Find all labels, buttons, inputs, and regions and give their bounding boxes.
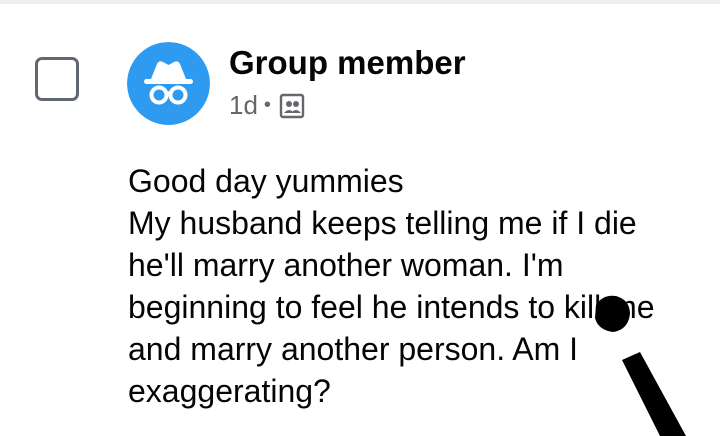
select-post-checkbox[interactable]: [35, 57, 79, 101]
post-meta: 1d •: [229, 88, 305, 122]
anonymous-avatar[interactable]: [127, 42, 210, 125]
top-divider: [0, 0, 720, 4]
post-text-line: Good day yummies: [128, 163, 404, 199]
incognito-icon: [127, 42, 210, 125]
author-name[interactable]: Group member: [229, 44, 466, 82]
post-text-line: My husband keeps telling me if I die: [128, 205, 637, 241]
post-body: Good day yummies My husband keeps tellin…: [128, 160, 698, 412]
post-text-line: and marry another person. Am I: [128, 331, 578, 367]
post-text-line: beginning to feel he intends to kill me: [128, 289, 655, 325]
post-timestamp[interactable]: 1d: [229, 90, 258, 121]
meta-separator: •: [263, 94, 271, 116]
post-text-line: exaggerating?: [128, 373, 331, 409]
group-members-icon[interactable]: [279, 93, 305, 119]
post-text-line: he'll marry another woman. I'm: [128, 247, 564, 283]
post-screenshot: Group member 1d • Good day yummies My hu…: [0, 0, 720, 436]
